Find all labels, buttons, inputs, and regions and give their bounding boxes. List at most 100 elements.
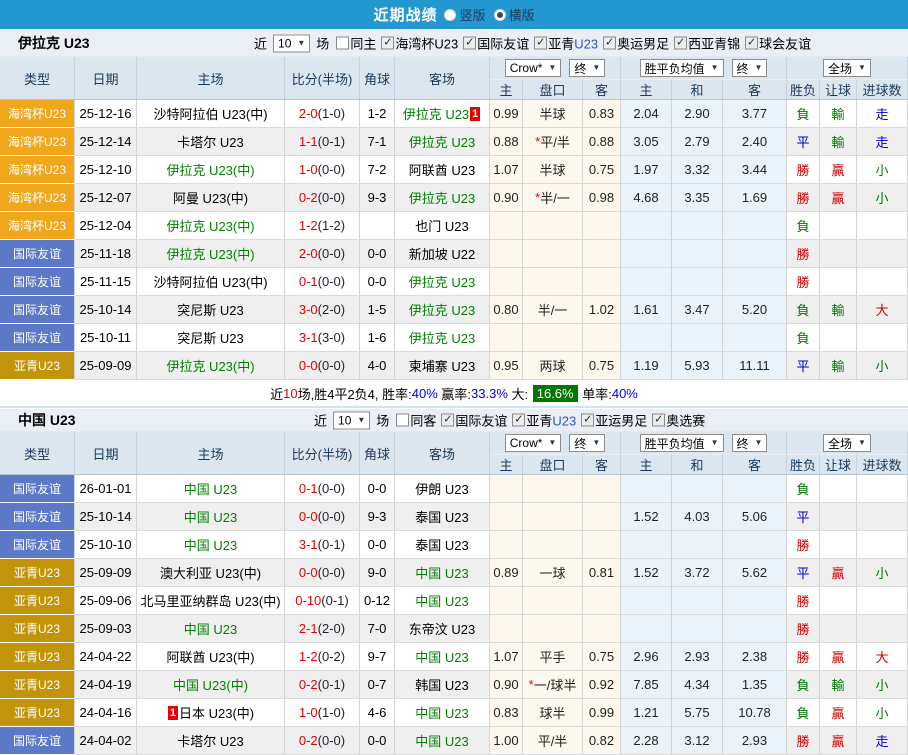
filter-checkbox[interactable]: 同客 (396, 411, 436, 430)
away-team-name[interactable]: 泰国 U23 (415, 507, 468, 526)
corner-cell: 0-0 (360, 268, 395, 296)
home-team-name[interactable]: 伊拉克 U23(中) (166, 356, 254, 375)
home-team-name[interactable]: 突尼斯 U23 (177, 300, 243, 319)
home-team-name[interactable]: 伊拉克 U23(中) (166, 216, 254, 235)
fulltime-score: 0-0 (299, 509, 318, 524)
view-mode-switch: 竖版横版 (444, 5, 534, 24)
filter-checkbox[interactable]: ✓亚运男足 (581, 411, 647, 430)
away-team-name[interactable]: 柬埔寨 U23 (409, 356, 475, 375)
filter-checkbox[interactable]: ✓国际友谊 (463, 34, 529, 53)
filter-checkbox[interactable]: ✓球会友谊 (745, 34, 811, 53)
home-team-name[interactable]: 中国 U23 (184, 535, 237, 554)
home-team-name[interactable]: 中国 U23(中) (173, 675, 248, 694)
avg-odds-cell (621, 240, 672, 268)
filter-checkbox[interactable]: ✓亚青U23 (512, 411, 576, 430)
avg-odds-cell (672, 324, 723, 352)
radio-icon[interactable] (444, 9, 456, 21)
home-team-name[interactable]: 日本 U23(中) (179, 703, 254, 722)
away-team-name[interactable]: 伊朗 U23 (415, 479, 468, 498)
home-team-name[interactable]: 卡塔尔 U23 (177, 731, 243, 750)
header-select[interactable]: 全场▼ (823, 59, 871, 77)
odds-cell: 0.75 (583, 643, 621, 671)
column-header: 日期 (75, 57, 137, 99)
avg-odds-cell: 5.06 (723, 503, 787, 531)
home-team-name[interactable]: 阿联酋 U23(中) (166, 647, 254, 666)
filter-checkbox[interactable]: ✓亚青U23 (534, 34, 598, 53)
away-team-name[interactable]: 韩国 U23 (415, 675, 468, 694)
away-team-cell: 也门 U23 (395, 212, 490, 240)
away-team-name[interactable]: 新加坡 U22 (409, 244, 475, 263)
away-team-name[interactable]: 中国 U23 (415, 647, 468, 666)
checkbox-icon[interactable]: ✓ (381, 37, 394, 50)
home-team-name[interactable]: 中国 U23 (184, 507, 237, 526)
filter-checkbox[interactable]: ✓奥选赛 (652, 411, 705, 430)
home-team-name[interactable]: 伊拉克 U23(中) (166, 244, 254, 263)
date-cell: 25-09-09 (75, 559, 137, 587)
header-select[interactable]: 胜平负均值▼ (640, 59, 724, 77)
filter-checkbox[interactable]: 同主 (336, 34, 376, 53)
home-team-cell: 卡塔尔 U23 (137, 727, 285, 755)
section-header: 伊拉克 U23近10▼场同主✓海湾杯U23✓国际友谊✓亚青U23✓奥运男足✓西亚… (0, 29, 908, 57)
checkbox-icon[interactable] (336, 37, 349, 50)
away-team-name[interactable]: 伊拉克 U23 (409, 272, 475, 291)
home-team-name[interactable]: 沙特阿拉伯 U23(中) (153, 272, 267, 291)
result-cell: 勝 (787, 587, 820, 615)
away-team-name[interactable]: 中国 U23 (415, 563, 468, 582)
home-team-name[interactable]: 伊拉克 U23(中) (166, 160, 254, 179)
away-team-name[interactable]: 中国 U23 (415, 703, 468, 722)
away-team-name[interactable]: 泰国 U23 (415, 535, 468, 554)
header-select[interactable]: 终▼ (732, 59, 768, 77)
match-count-select[interactable]: 10▼ (273, 34, 310, 52)
odds-cell: 0.83 (583, 100, 621, 128)
header-select[interactable]: 终▼ (569, 434, 605, 452)
away-team-name[interactable]: 伊拉克 U23 (409, 300, 475, 319)
checkbox-icon[interactable]: ✓ (652, 414, 665, 427)
header-select[interactable]: 全场▼ (823, 434, 871, 452)
checkbox-icon[interactable]: ✓ (463, 37, 476, 50)
sub-column-header: 主 (490, 79, 523, 99)
view-mode-radio-0[interactable]: 竖版 (444, 5, 485, 24)
header-select[interactable]: 胜平负均值▼ (640, 434, 724, 452)
away-team-name[interactable]: 伊拉克 U23 (409, 132, 475, 151)
header-select[interactable]: 终▼ (732, 434, 768, 452)
home-team-name[interactable]: 突尼斯 U23 (177, 328, 243, 347)
match-count-select[interactable]: 10▼ (333, 411, 370, 429)
away-team-name[interactable]: 也门 U23 (415, 216, 468, 235)
away-team-name[interactable]: 阿联酋 U23 (409, 160, 475, 179)
away-team-name[interactable]: 中国 U23 (415, 731, 468, 750)
home-team-name[interactable]: 澳大利亚 U23(中) (160, 563, 261, 582)
checkbox-icon[interactable] (396, 414, 409, 427)
radio-icon[interactable] (494, 9, 506, 21)
home-team-name[interactable]: 中国 U23 (184, 479, 237, 498)
filter-checkbox[interactable]: ✓国际友谊 (441, 411, 507, 430)
odds-cell: 0.88 (490, 128, 523, 156)
table-row: 国际友谊25-10-14突尼斯 U233-0(2-0)1-5伊拉克 U230.8… (0, 296, 908, 324)
header-select[interactable]: Crow*▼ (505, 434, 562, 452)
away-team-name[interactable]: 伊拉克 U23 (403, 104, 469, 123)
away-team-name[interactable]: 伊拉克 U23 (409, 188, 475, 207)
home-team-name[interactable]: 中国 U23 (184, 619, 237, 638)
odds-cell: 0.90 (490, 184, 523, 212)
home-team-name[interactable]: 阿曼 U23(中) (173, 188, 248, 207)
away-team-name[interactable]: 中国 U23 (415, 591, 468, 610)
home-team-name[interactable]: 卡塔尔 U23 (177, 132, 243, 151)
summary-part: 40% (612, 386, 638, 401)
filter-checkbox[interactable]: ✓西亚青锦 (674, 34, 740, 53)
checkbox-icon[interactable]: ✓ (745, 37, 758, 50)
header-select[interactable]: Crow*▼ (505, 59, 562, 77)
checkbox-icon[interactable]: ✓ (512, 414, 525, 427)
filter-checkbox[interactable]: ✓海湾杯U23 (381, 34, 458, 53)
away-team-name[interactable]: 伊拉克 U23 (409, 328, 475, 347)
filter-checkbox[interactable]: ✓奥运男足 (603, 34, 669, 53)
checkbox-icon[interactable]: ✓ (581, 414, 594, 427)
view-mode-radio-1[interactable]: 横版 (494, 5, 535, 24)
header-select[interactable]: 终▼ (569, 59, 605, 77)
checkbox-icon[interactable]: ✓ (441, 414, 454, 427)
away-team-name[interactable]: 东帝汶 U23 (409, 619, 475, 638)
home-team-name[interactable]: 北马里亚纳群岛 U23(中) (140, 591, 280, 610)
home-team-name[interactable]: 沙特阿拉伯 U23(中) (153, 104, 267, 123)
checkbox-icon[interactable]: ✓ (674, 37, 687, 50)
score-cell: 0-2(0-1) (285, 671, 360, 699)
checkbox-icon[interactable]: ✓ (603, 37, 616, 50)
checkbox-icon[interactable]: ✓ (534, 37, 547, 50)
